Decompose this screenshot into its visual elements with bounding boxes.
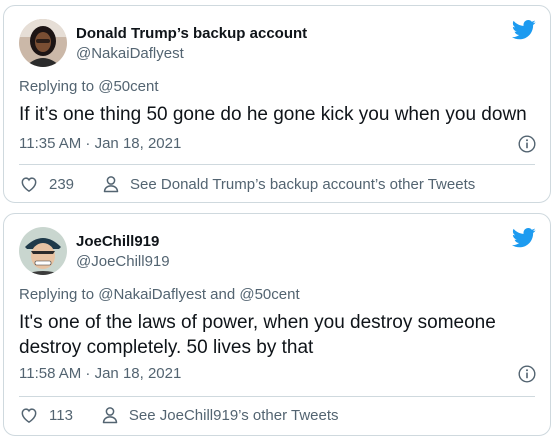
heart-icon bbox=[21, 177, 37, 192]
reply-to-link[interactable]: @NakaiDaflyest and @50cent bbox=[98, 286, 299, 303]
handle[interactable]: @NakaiDaflyest bbox=[76, 44, 307, 64]
like-count: 239 bbox=[49, 175, 75, 193]
display-name[interactable]: JoeChill919 bbox=[76, 232, 170, 252]
info-icon[interactable] bbox=[518, 365, 536, 383]
person-icon bbox=[103, 176, 119, 193]
like-button[interactable]: 239 bbox=[19, 174, 74, 194]
twitter-bird-icon[interactable] bbox=[512, 228, 536, 248]
info-icon[interactable] bbox=[518, 135, 536, 153]
divider bbox=[19, 164, 535, 165]
handle[interactable]: @JoeChill919 bbox=[76, 252, 170, 272]
heart-icon bbox=[21, 408, 37, 423]
see-other-tweets-label: See Donald Trump’s backup account’s othe… bbox=[130, 175, 476, 193]
person-icon bbox=[102, 407, 118, 424]
avatar[interactable] bbox=[19, 227, 67, 275]
see-other-tweets-link[interactable]: See JoeChill919’s other Tweets bbox=[101, 406, 339, 424]
divider bbox=[19, 396, 535, 397]
reply-prefix: Replying to bbox=[19, 286, 95, 303]
tweet-text: If it’s one thing 50 gone do he gone kic… bbox=[19, 104, 527, 125]
timestamp[interactable]: 11:58 AM · Jan 18, 2021 bbox=[19, 364, 181, 384]
avatar[interactable] bbox=[19, 19, 67, 67]
twitter-bird-icon[interactable] bbox=[512, 20, 536, 40]
see-other-tweets-label: See JoeChill919’s other Tweets bbox=[128, 406, 339, 424]
like-button[interactable]: 113 bbox=[19, 405, 73, 425]
reply-context: Replying to @50cent bbox=[19, 77, 158, 97]
reply-to-link[interactable]: @50cent bbox=[98, 78, 158, 95]
tweet-text: It's one of the laws of power, when you … bbox=[19, 312, 496, 358]
see-other-tweets-link[interactable]: See Donald Trump’s backup account’s othe… bbox=[102, 175, 475, 193]
reply-context: Replying to @NakaiDaflyest and @50cent bbox=[19, 285, 300, 305]
reply-prefix: Replying to bbox=[19, 78, 95, 95]
like-count: 113 bbox=[49, 406, 73, 424]
display-name[interactable]: Donald Trump’s backup account bbox=[76, 24, 307, 44]
tweet-card[interactable]: Donald Trump’s backup account @NakaiDafl… bbox=[3, 5, 551, 203]
tweet-actions: 113 See JoeChill919’s other Tweets bbox=[19, 403, 535, 427]
tweet-actions: 239 See Donald Trump’s backup account’s … bbox=[19, 172, 535, 196]
timestamp[interactable]: 11:35 AM · Jan 18, 2021 bbox=[19, 134, 181, 154]
tweet-card[interactable]: JoeChill919 @JoeChill919 Replying to @Na… bbox=[3, 213, 551, 436]
